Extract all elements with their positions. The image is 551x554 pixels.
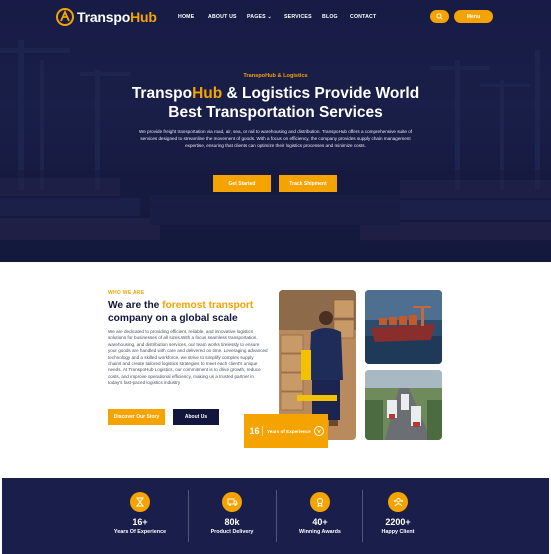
- stat-label: Years Of Experience: [113, 529, 167, 535]
- nav-item-pages[interactable]: PAGES ⌄: [247, 14, 272, 20]
- menu-button[interactable]: Menu: [454, 10, 493, 23]
- about-us-button[interactable]: About Us: [173, 409, 219, 425]
- chevron-down-icon: ⌄: [267, 14, 272, 20]
- stat-value: 40+: [312, 517, 328, 527]
- search-icon: [436, 13, 443, 20]
- years-label: Years of Experience: [267, 428, 311, 434]
- search-button[interactable]: [430, 10, 449, 23]
- logo[interactable]: TranspoHub: [56, 8, 157, 26]
- about-eyebrow: WHO WE ARE: [108, 290, 145, 296]
- years-experience-badge: 16 Years of Experience: [244, 414, 328, 448]
- stats-section: 16+ Years Of Experience 80k Product Deli…: [2, 478, 549, 554]
- stat-value: 2200+: [385, 517, 411, 527]
- nav-item-blog[interactable]: BLOG: [322, 14, 338, 20]
- highway-trucks-image: [365, 370, 442, 440]
- stat-value: 16+: [132, 517, 148, 527]
- get-started-button[interactable]: Get Started: [213, 175, 271, 192]
- nav-item-home[interactable]: HOME: [178, 14, 194, 20]
- stat-product-delivery: 80k Product Delivery: [188, 492, 276, 535]
- page: TranspoHub HOME ABOUT US PAGES ⌄ SERVICE…: [0, 0, 551, 554]
- stat-label: Winning Awards: [299, 529, 341, 535]
- years-number: 16: [247, 426, 263, 436]
- stat-label: Happy Client: [381, 529, 415, 535]
- stat-winning-awards: 40+ Winning Awards: [276, 492, 364, 535]
- users-icon: [388, 492, 408, 512]
- nav-item-services[interactable]: SERVICES: [284, 14, 312, 20]
- nav-item-about-us[interactable]: ABOUT US: [208, 14, 237, 20]
- delivery-icon: [222, 492, 242, 512]
- hourglass-icon: [130, 492, 150, 512]
- track-shipment-button[interactable]: Track Shipment: [279, 175, 337, 192]
- about-title: We are the foremost transport company on…: [108, 300, 254, 324]
- medal-icon: [314, 426, 324, 436]
- discover-our-story-button[interactable]: Discover Our Story: [108, 409, 165, 425]
- nav-item-contact[interactable]: CONTACT: [350, 14, 376, 20]
- stat-label: Product Delivery: [210, 529, 254, 535]
- hero-description: We provide freight transportation via ro…: [138, 129, 413, 148]
- logo-icon: [56, 8, 74, 26]
- hero-tagline: TranspoHub & Logistics: [243, 73, 308, 79]
- about-description: We are dedicated to providing efficient,…: [108, 329, 268, 386]
- stat-value: 80k: [224, 517, 240, 527]
- hero-section: TranspoHub HOME ABOUT US PAGES ⌄ SERVICE…: [0, 0, 551, 262]
- stat-happy-client: 2200+ Happy Client: [354, 492, 442, 535]
- top-navigation: TranspoHub HOME ABOUT US PAGES ⌄ SERVICE…: [0, 0, 551, 34]
- logo-text: TranspoHub: [77, 9, 157, 25]
- hero-title: TranspoHub & Logistics Provide World Bes…: [131, 85, 420, 121]
- award-icon: [310, 492, 330, 512]
- stat-years-experience: 16+ Years Of Experience: [96, 492, 184, 535]
- cargo-ship-image: [365, 290, 442, 364]
